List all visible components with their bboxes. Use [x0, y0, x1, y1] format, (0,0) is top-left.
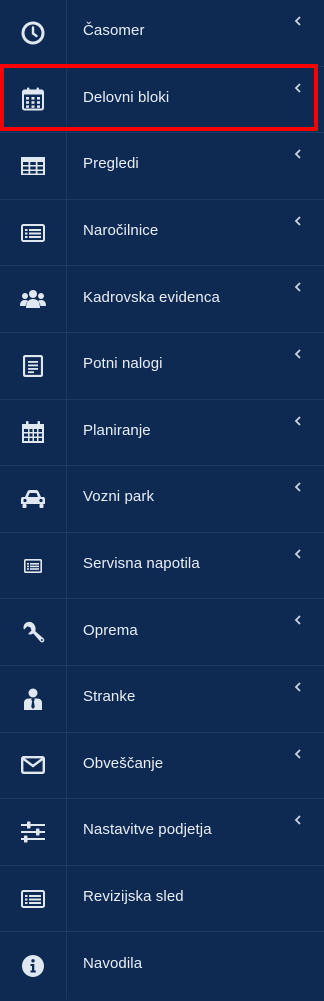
chevron-left-icon — [294, 482, 302, 492]
sidebar-menu: Časomer Delovni bloki Pregledi Naročilni… — [0, 0, 324, 1001]
sidebar-item-pregledi[interactable]: Pregledi — [0, 133, 324, 200]
sidebar-item-label: Planiranje — [83, 421, 151, 439]
sidebar-item-label: Navodila — [83, 955, 143, 973]
list-icon — [0, 865, 67, 932]
chevron-left-icon — [294, 349, 302, 359]
wrench-icon — [0, 599, 67, 665]
sidebar-item-servisna-napotila[interactable]: Servisna napotila — [0, 532, 324, 600]
sidebar-item-label: Obveščanje — [83, 754, 164, 772]
calendar-grid-icon — [0, 399, 67, 466]
sidebar-item-delovni-bloki[interactable]: Delovni bloki — [0, 66, 324, 134]
sidebar-item-oprema[interactable]: Oprema — [0, 599, 324, 666]
chevron-left-icon — [294, 149, 302, 159]
sidebar-item-kadrovska-evidenca[interactable]: Kadrovska evidenca — [0, 266, 324, 333]
sidebar-item-vozni-park[interactable]: Vozni park — [0, 466, 324, 533]
sidebar-item-obvescanje[interactable]: Obveščanje — [0, 732, 324, 800]
sidebar-item-label: Nastavitve podjetja — [83, 821, 212, 839]
car-icon — [0, 466, 67, 532]
sidebar-item-label: Naročilnice — [83, 222, 159, 240]
users-icon — [0, 266, 67, 332]
calendar-icon — [0, 66, 67, 133]
sidebar-item-label: Časomer — [83, 22, 145, 40]
document-icon — [0, 332, 67, 399]
chevron-left-icon — [294, 748, 302, 759]
sidebar-item-potni-nalogi[interactable]: Potni nalogi — [0, 332, 324, 400]
table-icon — [0, 133, 67, 199]
sidebar-item-stranke[interactable]: Stranke — [0, 665, 324, 733]
sidebar-item-label: Revizijska sled — [83, 888, 184, 906]
chevron-left-icon — [294, 82, 302, 93]
chevron-left-icon — [294, 549, 302, 559]
sidebar-item-label: Delovni bloki — [83, 88, 170, 106]
chevron-left-icon — [294, 282, 302, 293]
chevron-left-icon — [294, 682, 302, 692]
sidebar-item-planiranje[interactable]: Planiranje — [0, 399, 324, 467]
sidebar-item-revizijska-sled[interactable]: Revizijska sled — [0, 865, 324, 933]
envelope-icon — [0, 732, 67, 799]
sidebar-item-casomer[interactable]: Časomer — [0, 0, 324, 67]
sidebar-item-navodila[interactable]: Navodila — [0, 932, 324, 999]
sidebar-item-label: Potni nalogi — [83, 355, 163, 373]
chevron-left-icon — [294, 16, 302, 26]
sliders-icon — [0, 799, 67, 865]
chevron-left-icon — [294, 815, 302, 825]
sidebar-item-narocilnice[interactable]: Naročilnice — [0, 199, 324, 267]
chevron-left-icon — [294, 415, 302, 426]
sidebar-item-label: Oprema — [83, 621, 138, 639]
sidebar-item-label: Vozni park — [83, 488, 155, 506]
sidebar-item-label: Servisna napotila — [83, 555, 200, 573]
chevron-left-icon — [294, 615, 302, 625]
person-tie-icon — [0, 665, 67, 732]
sidebar-item-label: Kadrovska evidenca — [83, 288, 220, 306]
info-icon — [0, 932, 67, 999]
sidebar-item-nastavitve-podjetja[interactable]: Nastavitve podjetja — [0, 799, 324, 866]
clock-icon — [0, 0, 67, 66]
list-icon — [0, 199, 67, 266]
chevron-left-icon — [294, 216, 302, 226]
sidebar-item-label: Pregledi — [83, 155, 139, 173]
sidebar-item-label: Stranke — [83, 688, 136, 706]
list-small-icon — [0, 532, 67, 599]
